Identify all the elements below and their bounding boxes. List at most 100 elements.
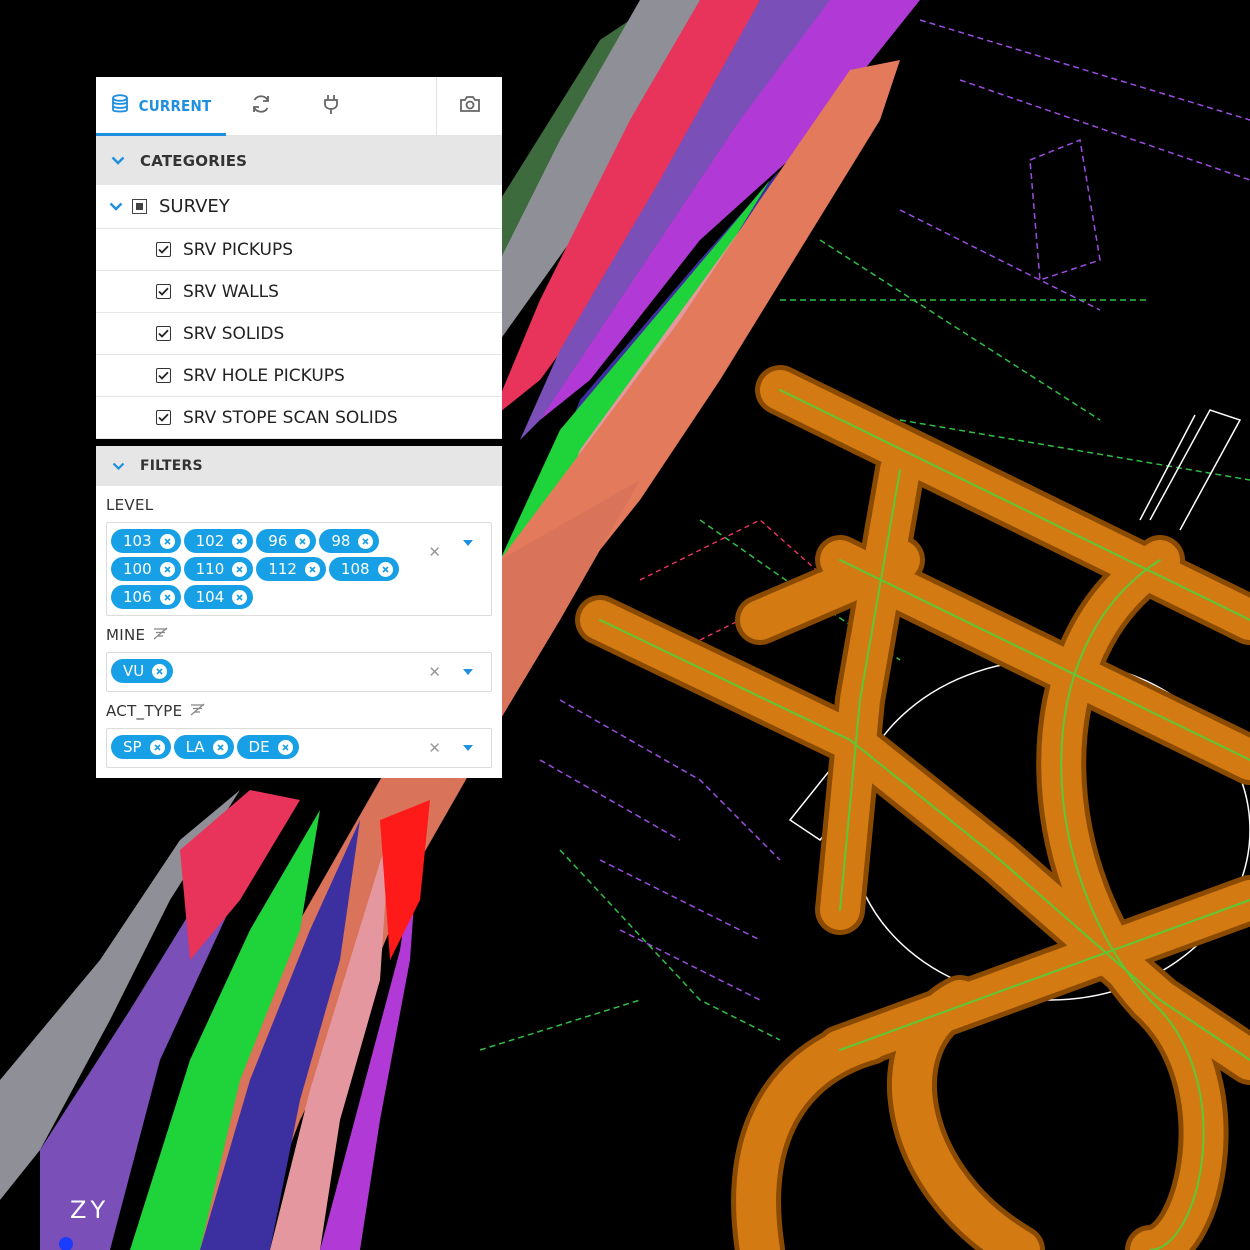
level-filter-label: LEVEL [106,486,492,522]
category-item[interactable]: SRV WALLS [96,271,502,313]
filter-chip[interactable]: 98 [319,529,380,553]
camera-icon [459,95,481,117]
mine-chips: VU [111,657,421,685]
remove-chip-icon[interactable] [212,739,228,755]
category-item[interactable]: SRV PICKUPS [96,229,502,271]
filter-chip[interactable]: 108 [328,557,399,581]
filters-header[interactable]: FILTERS [96,446,502,486]
category-item-label: SRV HOLE PICKUPS [183,365,345,386]
plug-icon [322,93,340,119]
remove-chip-icon[interactable] [277,739,293,755]
category-item[interactable]: SRV STOPE SCAN SOLIDS [96,397,502,439]
filters-body: LEVEL 103 102 96 98 100 110 112 108 106 104 ✕ MIN… [96,486,502,778]
filter-chip[interactable]: 100 [111,557,181,581]
act-type-chips: SP LA DE [111,733,421,761]
act-type-filter-label: ACT_TYPE [106,692,492,728]
level-filter-select[interactable]: 103 102 96 98 100 110 112 108 106 104 ✕ [106,522,492,616]
layer-panel: CURRENT CATEGORIES SURVEY SRV PICKUPS SR… [96,77,502,778]
filter-chip[interactable]: 106 [111,585,181,609]
tab-current[interactable]: CURRENT [96,77,226,136]
filter-chip[interactable]: LA [173,735,234,759]
mine-filter-label: MINE [106,616,492,652]
panel-tabs: CURRENT [96,77,502,136]
remove-chip-icon[interactable] [358,533,374,549]
remove-chip-icon[interactable] [159,533,175,549]
filter-off-icon[interactable] [153,626,168,644]
level-chips: 103 102 96 98 100 110 112 108 106 104 [111,527,421,611]
dropdown-arrow-icon[interactable] [463,540,473,546]
filters-title: FILTERS [140,458,203,474]
checkbox-checked[interactable] [156,326,171,341]
remove-chip-icon[interactable] [159,589,175,605]
category-item-label: SRV SOLIDS [183,323,285,344]
remove-chip-icon[interactable] [232,589,248,605]
category-group-survey[interactable]: SURVEY [96,185,502,229]
filter-chip[interactable]: DE [236,735,299,759]
chip-label: 112 [268,560,297,578]
remove-chip-icon[interactable] [232,533,248,549]
remove-chip-icon[interactable] [377,561,393,577]
chip-label: 98 [331,532,351,550]
remove-chip-icon[interactable] [295,533,311,549]
filter-chip[interactable]: 103 [111,529,181,553]
panel-separator [96,439,502,446]
filter-chip[interactable]: 102 [183,529,254,553]
remove-chip-icon[interactable] [159,561,175,577]
category-item[interactable]: SRV SOLIDS [96,313,502,355]
screenshot-button[interactable] [436,77,502,135]
partial-checkbox[interactable] [132,199,147,214]
filter-chip[interactable]: 104 [183,585,254,609]
database-icon [111,94,129,118]
tab-current-label: CURRENT [138,97,212,115]
remove-chip-icon[interactable] [304,561,320,577]
filter-chip[interactable]: SP [111,735,171,759]
tab-plugin[interactable] [296,77,366,135]
category-group-label: SURVEY [159,196,230,217]
act-type-filter-select[interactable]: SP LA DE ✕ [106,728,492,768]
dropdown-arrow-icon[interactable] [463,745,473,751]
remove-chip-icon[interactable] [232,561,248,577]
checkbox-checked[interactable] [156,410,171,425]
axis-indicator: ZY [70,1196,110,1224]
category-item-label: SRV WALLS [183,281,279,302]
chip-label: 100 [123,560,152,578]
categories-title: CATEGORIES [140,151,248,170]
chevron-down-icon[interactable] [106,202,126,211]
chevron-down-icon [96,156,140,165]
filter-chip[interactable]: 96 [256,529,317,553]
tab-refresh[interactable] [226,77,296,135]
category-item[interactable]: SRV HOLE PICKUPS [96,355,502,397]
chip-label: SP [123,738,142,756]
chip-label: DE [248,738,270,756]
chip-label: VU [123,662,145,680]
chip-label: 108 [340,560,370,578]
filter-off-icon[interactable] [190,702,205,720]
chip-label: 104 [195,588,225,606]
chip-label: 103 [123,532,152,550]
checkbox-checked[interactable] [156,368,171,383]
checkbox-checked[interactable] [156,284,171,299]
chevron-down-icon [96,462,140,470]
filter-chip[interactable]: 110 [183,557,254,581]
act-type-label-text: ACT_TYPE [106,702,183,720]
chip-label: 110 [195,560,225,578]
clear-icon[interactable]: ✕ [428,543,441,561]
chip-label: 106 [123,588,152,606]
mine-filter-select[interactable]: VU ✕ [106,652,492,692]
category-item-label: SRV STOPE SCAN SOLIDS [183,407,398,428]
remove-chip-icon[interactable] [152,663,168,679]
filter-chip[interactable]: VU [111,659,174,683]
chip-label: LA [185,738,205,756]
dropdown-arrow-icon[interactable] [463,669,473,675]
level-label-text: LEVEL [106,496,154,514]
checkbox-checked[interactable] [156,242,171,257]
chip-label: 102 [195,532,225,550]
remove-chip-icon[interactable] [149,739,165,755]
category-item-label: SRV PICKUPS [183,239,294,260]
categories-header[interactable]: CATEGORIES [96,136,502,185]
filter-chip[interactable]: 112 [256,557,326,581]
mine-label-text: MINE [106,626,146,644]
clear-icon[interactable]: ✕ [428,739,441,757]
chip-label: 96 [268,532,288,550]
clear-icon[interactable]: ✕ [428,663,441,681]
